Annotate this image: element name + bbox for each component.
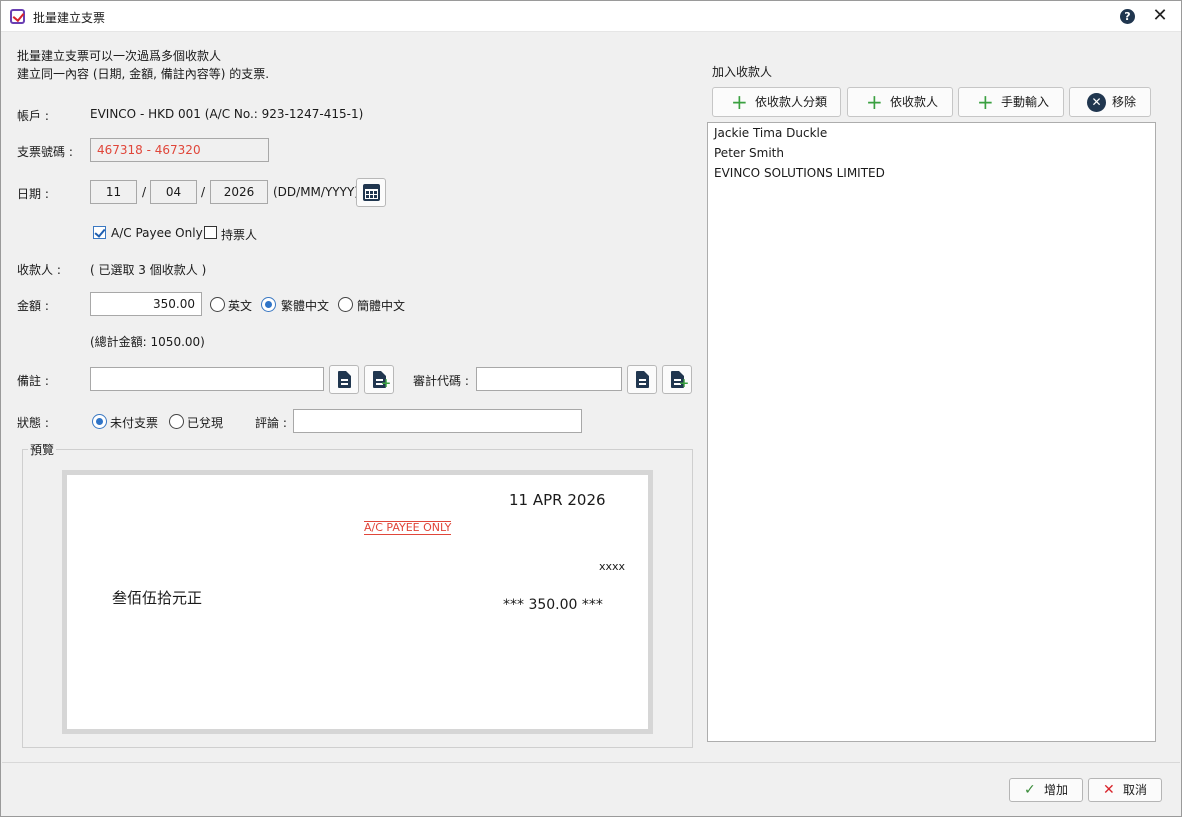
date-label: 日期 :	[17, 187, 49, 201]
list-item[interactable]: Jackie Tima Duckle	[714, 126, 827, 140]
cheque-payee: xxxx	[599, 560, 626, 573]
date-year-field[interactable]: 2026	[210, 180, 268, 204]
plus-icon: +	[866, 90, 883, 114]
cheque-date: 11 APR 2026	[509, 491, 606, 509]
status-cashed-label: 已兌現	[187, 416, 224, 430]
document-icon	[338, 371, 351, 388]
cancel-button[interactable]: ✕ 取消	[1088, 778, 1162, 802]
preview-title: 預覽	[28, 441, 57, 458]
lang-english-radio[interactable]	[210, 297, 225, 312]
help-icon[interactable]: ?	[1120, 9, 1135, 24]
remarks-add-template-button[interactable]: +	[364, 365, 394, 394]
manual-input-button[interactable]: + 手動輸入	[958, 87, 1064, 117]
remarks-label: 備註 :	[17, 374, 49, 388]
date-separator: /	[201, 185, 206, 199]
close-icon[interactable]: ✕	[1151, 6, 1169, 26]
lang-traditional-radio[interactable]	[261, 297, 276, 312]
plus-icon: +	[731, 90, 748, 114]
account-label: 帳戶 :	[17, 109, 49, 123]
amount-input[interactable]: 350.00	[90, 292, 202, 316]
audit-add-template-button[interactable]: +	[662, 365, 692, 394]
date-separator: /	[142, 185, 147, 199]
cheque-app-icon	[10, 9, 25, 24]
plus-icon: +	[977, 90, 994, 114]
cheque-crossing: A/C PAYEE ONLY	[364, 521, 452, 535]
payee-count: ( 已選取 3 個收款人 )	[90, 263, 207, 277]
account-value: EVINCO - HKD 001 (A/C No.: 923-1247-415-…	[90, 107, 364, 121]
cheque-preview: 11 APR 2026 A/C PAYEE ONLY xxxx 叁佰伍拾元正 *…	[62, 470, 653, 734]
lang-english-label: 英文	[228, 299, 253, 313]
bearer-checkbox[interactable]	[204, 226, 217, 239]
ac-payee-label: A/C Payee Only	[111, 226, 203, 240]
comment-input[interactable]	[293, 409, 582, 433]
bearer-label: 持票人	[221, 228, 258, 242]
title-bar: 批量建立支票 ? ✕	[1, 1, 1181, 32]
audit-template-button[interactable]	[627, 365, 657, 394]
date-month-field[interactable]: 04	[150, 180, 197, 204]
calendar-button[interactable]	[356, 178, 386, 207]
add-payee-title: 加入收款人	[712, 65, 773, 79]
date-day-field[interactable]: 11	[90, 180, 137, 204]
cheque-number-field: 467318 - 467320	[90, 138, 269, 162]
intro-line-1: 批量建立支票可以一次過爲多個收款人	[17, 49, 222, 63]
add-by-category-button[interactable]: + 依收款人分類	[712, 87, 841, 117]
remove-icon: ✕	[1087, 93, 1106, 112]
footer-divider	[2, 762, 1180, 763]
audit-code-label: 審計代碼 :	[413, 374, 469, 388]
audit-code-input[interactable]	[476, 367, 622, 391]
plus-icon: +	[679, 376, 690, 390]
document-icon	[636, 371, 649, 388]
calendar-icon	[363, 184, 380, 201]
remove-payee-button[interactable]: ✕ 移除	[1069, 87, 1151, 117]
cheque-amount-words: 叁佰伍拾元正	[112, 589, 203, 607]
lang-traditional-label: 繁體中文	[281, 299, 330, 313]
date-format-hint: (DD/MM/YYYY)	[273, 185, 359, 199]
list-item[interactable]: Peter Smith	[714, 146, 784, 160]
ac-payee-checkbox[interactable]	[93, 226, 106, 239]
status-label: 狀態 :	[17, 416, 49, 430]
add-by-payee-button[interactable]: + 依收款人	[847, 87, 953, 117]
window-title: 批量建立支票	[33, 11, 106, 25]
status-unpaid-label: 未付支票	[110, 416, 159, 430]
check-icon: ✓	[1024, 782, 1036, 798]
intro-line-2: 建立同一內容 (日期, 金額, 備註內容等) 的支票.	[17, 67, 270, 81]
list-item[interactable]: EVINCO SOLUTIONS LIMITED	[714, 166, 885, 180]
cheque-number-label: 支票號碼 :	[17, 145, 73, 159]
total-amount: (總計金額: 1050.00)	[90, 335, 205, 349]
close-icon: ✕	[1103, 782, 1115, 798]
plus-icon: +	[381, 376, 392, 390]
lang-simplified-label: 簡體中文	[357, 299, 406, 313]
status-cashed-radio[interactable]	[169, 414, 184, 429]
lang-simplified-radio[interactable]	[338, 297, 353, 312]
add-button[interactable]: ✓ 增加	[1009, 778, 1083, 802]
comment-label: 評論 :	[255, 416, 287, 430]
remarks-template-button[interactable]	[329, 365, 359, 394]
payee-list[interactable]: Jackie Tima Duckle Peter Smith EVINCO SO…	[707, 122, 1156, 742]
payee-label: 收款人 :	[17, 263, 61, 277]
status-unpaid-radio[interactable]	[92, 414, 107, 429]
dialog-window: 批量建立支票 ? ✕ 批量建立支票可以一次過爲多個收款人 建立同一內容 (日期,…	[0, 0, 1182, 817]
cheque-amount-figure: *** 350.00 ***	[503, 597, 603, 613]
amount-label: 金額 :	[17, 299, 49, 313]
remarks-input[interactable]	[90, 367, 324, 391]
